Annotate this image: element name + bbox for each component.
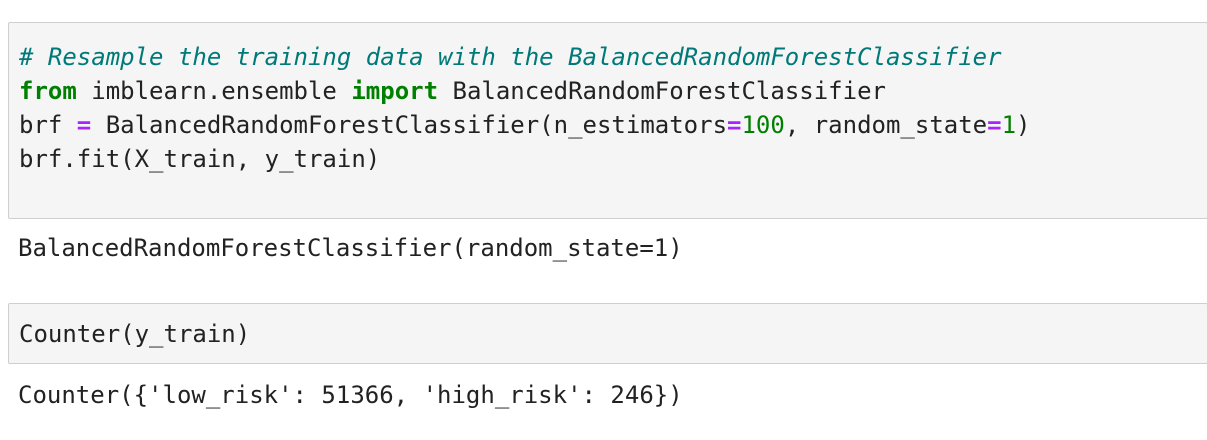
fit-call: brf.fit(X_train, y_train) [19,145,381,173]
kwarg-operator: = [987,111,1002,139]
kwarg-operator: = [727,111,742,139]
counter-call: Counter(y_train) [19,320,251,348]
cell-output-1: BalancedRandomForestClassifier(random_st… [18,234,683,262]
code-line-1: Counter(y_train) [19,317,1207,351]
constructor-call: BalancedRandomForestClassifier(n_estimat… [91,111,728,139]
variable-brf: brf [19,111,77,139]
keyword-import: import [351,77,439,105]
cell-output-2: Counter({'low_risk': 51366, 'high_risk':… [18,381,683,409]
code-line-4: brf.fit(X_train, y_train) [19,142,1207,176]
keyword-from: from [19,77,77,105]
code-cell-input-2[interactable]: Counter(y_train) [8,303,1207,364]
close-paren: ) [1016,111,1031,139]
code-line-2: from imblearn.ensemble import BalancedRa… [19,74,1207,108]
code-cell-input-1[interactable]: # Resample the training data with the Ba… [8,22,1207,219]
number-n-estimators: 100 [741,111,785,139]
code-comment: # Resample the training data with the Ba… [19,43,1002,71]
code-line-1: # Resample the training data with the Ba… [19,40,1207,74]
assign-operator: = [76,111,92,139]
module-name: imblearn.ensemble [76,77,352,105]
code-line-3: brf = BalancedRandomForestClassifier(n_e… [19,108,1207,142]
number-random-state: 1 [1001,111,1017,139]
imported-name: BalancedRandomForestClassifier [438,77,886,105]
kwarg-random-state: , random_state [784,111,988,139]
